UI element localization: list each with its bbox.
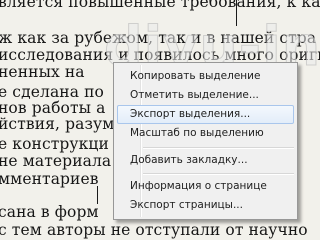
menu-item-page-info[interactable]: Информация о странице: [117, 177, 294, 196]
menu-separator: [143, 173, 294, 175]
document-text-line: ненных на: [0, 63, 85, 81]
document-text-line: мментариев: [0, 170, 99, 188]
page-divider-rule: [236, 0, 237, 26]
menu-item-zoom-to-selection[interactable]: Масштаб по выделению: [117, 124, 294, 143]
menu-item-mark-selection[interactable]: Отметить выделение...: [117, 86, 294, 105]
document-text-line: сана в форм: [0, 203, 99, 221]
page-divider-rule: [97, 186, 98, 204]
menu-item-export-selection[interactable]: Экспорт выделения...: [117, 105, 294, 124]
menu-separator: [143, 147, 294, 149]
menu-item-export-page[interactable]: Экспорт страницы...: [117, 196, 294, 215]
document-text-line: е конструкци: [0, 135, 109, 153]
document-text-line: ж как за рубежом, так и в нашей стра: [0, 29, 317, 47]
document-text-line: с тем авторы не отступали от научно: [0, 221, 308, 239]
document-text-line: не материала: [0, 152, 112, 170]
menu-item-add-bookmark[interactable]: Добавить закладку...: [117, 151, 294, 170]
menu-item-copy-selection[interactable]: Копировать выделение: [117, 67, 294, 86]
document-text-line: йствия, разум: [0, 115, 115, 133]
document-text-line: вляется повышенные требования, к ка: [0, 0, 320, 11]
context-menu: Копировать выделение Отметить выделение.…: [113, 62, 298, 220]
